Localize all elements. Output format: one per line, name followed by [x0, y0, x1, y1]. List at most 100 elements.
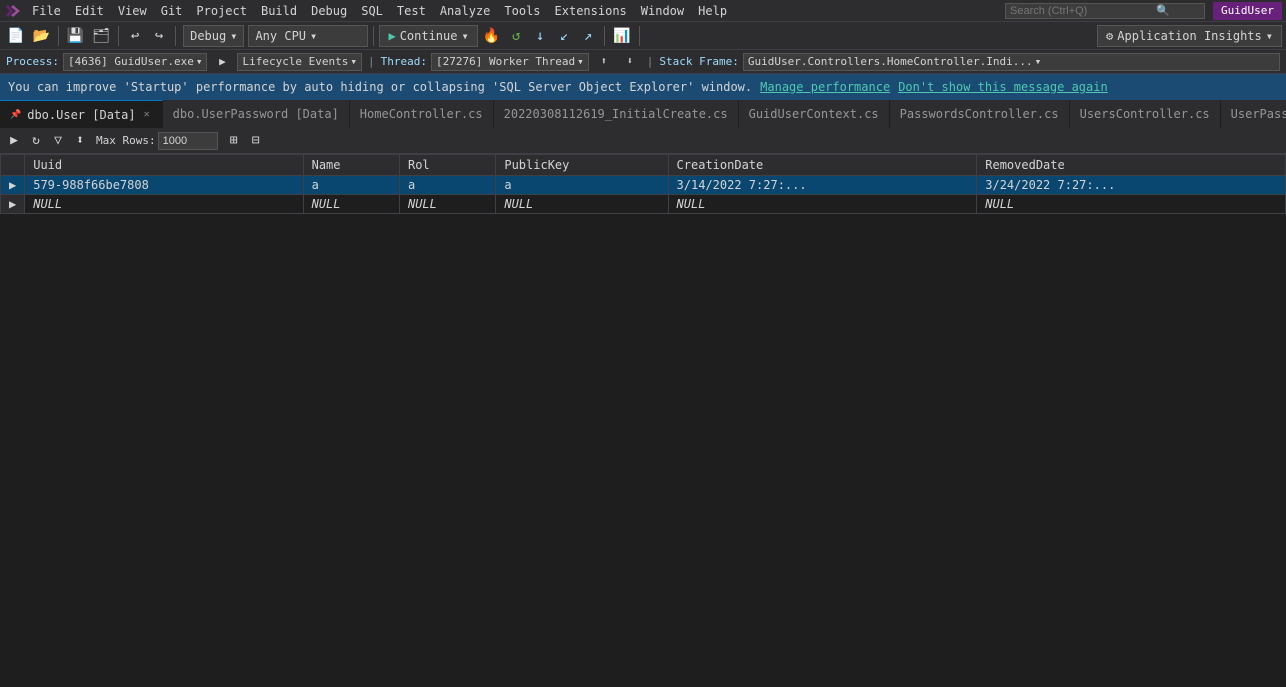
thread-nav2[interactable]: ⬇: [619, 51, 641, 73]
new-row-btn[interactable]: ⊞: [224, 131, 244, 151]
process-label: Process:: [6, 55, 59, 68]
continue-button[interactable]: ▶ Continue ▾: [379, 25, 477, 47]
menu-sql[interactable]: SQL: [355, 2, 389, 20]
row-indicator: ▶: [1, 195, 25, 214]
lifecycle-btn[interactable]: ▶: [211, 51, 233, 73]
col-header-publickey[interactable]: PublicKey: [496, 155, 668, 176]
row-indicator: ▶: [1, 176, 25, 195]
user-badge[interactable]: GuidUser: [1213, 2, 1282, 20]
search-input[interactable]: [1006, 5, 1156, 17]
tab-home-controller[interactable]: HomeController.cs: [350, 100, 494, 128]
tab-dbo-user[interactable]: 📌 dbo.User [Data] ✕: [0, 100, 163, 128]
cell-rol-0[interactable]: a: [399, 176, 495, 195]
menu-test[interactable]: Test: [391, 2, 432, 20]
cell-publickey-0[interactable]: a: [496, 176, 668, 195]
sep3: [175, 26, 176, 46]
process-dropdown[interactable]: [4636] GuidUser.exe ▾: [63, 53, 207, 71]
thread-dropdown[interactable]: [27276] Worker Thread ▾: [431, 53, 589, 71]
cell-rol-1[interactable]: NULL: [399, 195, 495, 214]
sep2: [118, 26, 119, 46]
save-btn[interactable]: 💾: [64, 25, 87, 47]
cell-uuid-1[interactable]: NULL: [25, 195, 303, 214]
col-header-rol[interactable]: Rol: [399, 155, 495, 176]
tab-dbo-user-close[interactable]: ✕: [142, 108, 152, 121]
cpu-config-label: Any CPU: [255, 29, 306, 43]
new-file-btn[interactable]: 📄: [4, 25, 27, 47]
cell-removeddate-0[interactable]: 3/24/2022 7:27:...: [977, 176, 1286, 195]
open-btn[interactable]: 📂: [29, 25, 52, 47]
step-out-btn[interactable]: ↗: [577, 25, 599, 47]
tab-user-passwords-controller-label: UserPasswordsController.cs: [1231, 107, 1286, 121]
menu-tools[interactable]: Tools: [498, 2, 546, 20]
menu-extensions[interactable]: Extensions: [549, 2, 633, 20]
sep4: [373, 26, 374, 46]
cell-uuid-0[interactable]: 579-988f66be7808: [25, 176, 303, 195]
menu-git[interactable]: Git: [155, 2, 189, 20]
app-insights-label: Application Insights: [1117, 29, 1262, 43]
stack-frame-dropdown[interactable]: GuidUser.Controllers.HomeController.Indi…: [743, 53, 1280, 71]
tab-passwords-controller[interactable]: PasswordsController.cs: [890, 100, 1070, 128]
thread-nav1[interactable]: ⬆: [593, 51, 615, 73]
max-rows-input[interactable]: [158, 132, 218, 150]
save-all-btn[interactable]: 🗂: [89, 25, 113, 47]
cell-creationdate-1[interactable]: NULL: [668, 195, 977, 214]
execute-query-btn[interactable]: ▶: [4, 131, 24, 151]
app-insights-button[interactable]: ⚙ Application Insights ▾: [1097, 25, 1282, 47]
step-over-btn[interactable]: ↓: [529, 25, 551, 47]
menu-view[interactable]: View: [112, 2, 153, 20]
col-header-uuid[interactable]: Uuid: [25, 155, 303, 176]
menu-edit[interactable]: Edit: [69, 2, 110, 20]
diagnostics-btn[interactable]: 📊: [610, 25, 633, 47]
step-in-btn[interactable]: ↙: [553, 25, 575, 47]
tab-pin-icon: 📌: [10, 110, 21, 120]
col-header-name[interactable]: Name: [303, 155, 399, 176]
delete-row-btn[interactable]: ⊟: [246, 131, 266, 151]
menu-analyze[interactable]: Analyze: [434, 2, 497, 20]
col-header-creationdate[interactable]: CreationDate: [668, 155, 977, 176]
refresh-btn[interactable]: ↻: [26, 131, 46, 151]
menu-debug[interactable]: Debug: [305, 2, 353, 20]
menu-bar-items: File Edit View Git Project Build Debug S…: [26, 2, 733, 20]
tab-users-controller[interactable]: UsersController.cs: [1070, 100, 1221, 128]
max-rows-label: Max Rows:: [96, 134, 156, 147]
table-row[interactable]: ▶ NULL NULL NULL NULL NULL NULL: [1, 195, 1286, 214]
debug-config-dropdown[interactable]: Debug ▾: [183, 25, 244, 47]
cell-removeddate-1[interactable]: NULL: [977, 195, 1286, 214]
search-icon: 🔍: [1156, 4, 1170, 17]
app-insights-arrow: ▾: [1266, 29, 1273, 43]
tab-dbo-user-password[interactable]: dbo.UserPassword [Data]: [163, 100, 350, 128]
filter-btn[interactable]: ▽: [48, 131, 68, 151]
notification-bar: You can improve 'Startup' performance by…: [0, 74, 1286, 100]
lifecycle-label: Lifecycle Events: [242, 55, 348, 68]
cell-creationdate-0[interactable]: 3/14/2022 7:27:...: [668, 176, 977, 195]
cell-name-0[interactable]: a: [303, 176, 399, 195]
cell-name-1[interactable]: NULL: [303, 195, 399, 214]
manage-performance-link[interactable]: Manage performance: [760, 80, 890, 94]
menu-file[interactable]: File: [26, 2, 67, 20]
cell-publickey-1[interactable]: NULL: [496, 195, 668, 214]
tab-guid-user-context[interactable]: GuidUserContext.cs: [739, 100, 890, 128]
lifecycle-dropdown[interactable]: Lifecycle Events ▾: [237, 53, 362, 71]
tab-initial-create[interactable]: 20220308112619_InitialCreate.cs: [494, 100, 739, 128]
search-box[interactable]: 🔍: [1005, 3, 1205, 19]
restart-btn[interactable]: ↺: [505, 25, 527, 47]
app-insights-icon: ⚙: [1106, 29, 1113, 43]
thread-arrow: ▾: [577, 55, 584, 68]
tab-dbo-user-password-label: dbo.UserPassword [Data]: [173, 107, 339, 121]
debug-config-label: Debug: [190, 29, 226, 43]
sort-btn[interactable]: ⬍: [70, 131, 90, 151]
cpu-config-arrow: ▾: [310, 29, 317, 43]
cpu-config-dropdown[interactable]: Any CPU ▾: [248, 25, 368, 47]
menu-help[interactable]: Help: [692, 2, 733, 20]
tab-user-passwords-controller[interactable]: UserPasswordsController.cs: [1221, 100, 1286, 128]
menu-project[interactable]: Project: [190, 2, 253, 20]
menu-build[interactable]: Build: [255, 2, 303, 20]
hot-reload-btn[interactable]: 🔥: [480, 25, 503, 47]
table-row[interactable]: ▶ 579-988f66be7808 a a a 3/14/2022 7:27:…: [1, 176, 1286, 195]
menu-window[interactable]: Window: [635, 2, 690, 20]
tab-users-controller-label: UsersController.cs: [1080, 107, 1210, 121]
redo-btn[interactable]: ↪: [148, 25, 170, 47]
col-header-removeddate[interactable]: RemovedDate: [977, 155, 1286, 176]
dismiss-notif-link[interactable]: Don't show this message again: [898, 80, 1108, 94]
undo-btn[interactable]: ↩: [124, 25, 146, 47]
